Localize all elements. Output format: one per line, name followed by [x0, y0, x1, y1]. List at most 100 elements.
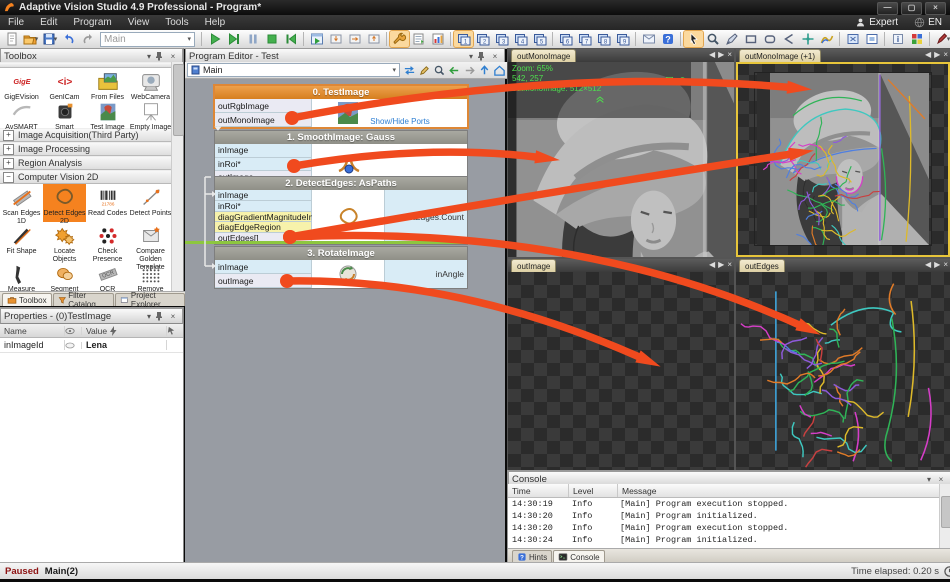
toolbox-item-measure-width[interactable]: Measure Width [0, 260, 43, 291]
property-row[interactable]: inImageIdLena [0, 338, 183, 353]
toolbox-item-remove-distortion[interactable]: Remove Distortion [129, 260, 172, 291]
toolbox-item-genicam[interactable]: <i>GenICam [43, 68, 86, 98]
console-row[interactable]: 14:30:19Info[Main] Program execution sto… [508, 498, 950, 510]
toolbox-item-test-image[interactable]: Test Image [86, 98, 129, 128]
macro-selector[interactable]: Main ▾ [187, 63, 400, 77]
menu-en[interactable]: EN [906, 17, 950, 28]
dropdown-icon[interactable]: ▾ [923, 475, 935, 484]
color-inspect-icon[interactable] [907, 31, 926, 47]
toolbox-item-webcamera[interactable]: WebCamera [129, 68, 172, 98]
layout-8-icon[interactable]: 8 [594, 31, 613, 47]
preview-content[interactable]: Zoom: 65%542, 257outMonoImage: 512×512 [508, 62, 734, 257]
close-icon[interactable]: × [943, 260, 948, 269]
forward-icon[interactable] [462, 64, 477, 77]
save-view-icon[interactable] [665, 76, 674, 85]
close-icon[interactable]: × [167, 52, 179, 61]
undo-icon[interactable] [59, 31, 78, 47]
edit-icon[interactable] [417, 64, 432, 77]
category-image-processing[interactable]: +Image Processing [0, 142, 172, 156]
new-file-icon[interactable] [2, 31, 21, 47]
toolbox-item-detect-edges-2d[interactable]: Detect Edges 2D [43, 184, 86, 222]
stop-icon[interactable] [262, 31, 281, 47]
tab-project-explorer[interactable]: Project Explorer [115, 293, 185, 306]
iterate-icon[interactable] [224, 31, 243, 47]
swap-ports-icon[interactable] [402, 64, 417, 77]
angle-tool-icon[interactable] [779, 31, 798, 47]
col-name[interactable]: Name [0, 326, 65, 336]
redo-icon[interactable] [78, 31, 97, 47]
help-icon[interactable]: ? [658, 31, 677, 47]
toolbox-item-detect-points[interactable]: Detect Points [129, 184, 172, 222]
close-icon[interactable]: × [727, 50, 732, 59]
toolbox-item-from-files[interactable]: From Files [86, 68, 129, 98]
category-computer-vision-2d[interactable]: −Computer Vision 2D [0, 170, 172, 184]
pin-icon[interactable] [155, 311, 167, 321]
toolbox-item-segment-image[interactable]: Segment Image [43, 260, 86, 291]
close-icon[interactable]: × [925, 2, 946, 15]
col-value[interactable]: Value [82, 326, 167, 336]
feedback-mail-icon[interactable] [639, 31, 658, 47]
prev-view-icon[interactable]: ◀ [925, 260, 931, 269]
console-col-message[interactable]: Message [618, 484, 950, 497]
rounded-rect-tool-icon[interactable] [760, 31, 779, 47]
toolbox-item-ocr[interactable]: OCROCR [86, 260, 129, 291]
pen-color-icon[interactable]: ▾ [933, 31, 950, 47]
toolbox-item-locate-objects[interactable]: Locate Objects [43, 222, 86, 260]
prev-view-icon[interactable]: ◀ [925, 50, 931, 59]
toolbox-item-gigevision[interactable]: GigEGigEVision [0, 68, 43, 98]
zoom-tool-icon[interactable] [703, 31, 722, 47]
next-view-icon[interactable]: ▶ [718, 260, 724, 269]
layout-7-icon[interactable]: 7 [575, 31, 594, 47]
tab-filter-catalog[interactable]: Filter Catalog [53, 293, 115, 306]
preview-tab[interactable]: outEdges [739, 259, 785, 272]
save-icon[interactable]: ▾ [40, 31, 59, 47]
console-row[interactable]: 14:30:24Info[Main] Program initialized. [508, 534, 950, 546]
profile-tool-icon[interactable] [817, 31, 836, 47]
toolbox-item-avsmart[interactable]: AvSMART [0, 98, 43, 128]
info-icon[interactable]: i [888, 31, 907, 47]
close-icon[interactable]: × [727, 260, 732, 269]
dropdown-icon[interactable]: ▾ [143, 312, 155, 321]
step-over-icon[interactable] [345, 31, 364, 47]
settings-wrench-icon[interactable] [390, 31, 409, 47]
pause-icon[interactable] [243, 31, 262, 47]
rect-tool-icon[interactable] [741, 31, 760, 47]
next-view-icon[interactable]: ▶ [718, 50, 724, 59]
category-region-analysis[interactable]: +Region Analysis [0, 156, 172, 170]
watch-list-icon[interactable] [409, 31, 428, 47]
refresh-view-icon[interactable] [678, 76, 687, 85]
run-icon[interactable] [205, 31, 224, 47]
expand-icon[interactable]: + [3, 130, 14, 141]
toolbox-item-smart[interactable]: Smart [43, 98, 86, 128]
run-in-window-icon[interactable] [307, 31, 326, 47]
layout-6-icon[interactable]: 6 [556, 31, 575, 47]
next-view-icon[interactable]: ▶ [934, 50, 940, 59]
program-combo[interactable]: Main▾ [100, 32, 195, 47]
preview-tab[interactable]: outMonoImage (+1) [739, 49, 821, 62]
program-canvas[interactable]: 0. TestImageoutRgbImageoutMonoImageShow/… [185, 78, 505, 562]
restart-icon[interactable] [281, 31, 300, 47]
toolbox-item-scan-edges-1d[interactable]: Scan Edges 1D [0, 184, 43, 222]
expand-icon[interactable]: + [3, 158, 14, 169]
crosshair-tool-icon[interactable] [798, 31, 817, 47]
layout-5-icon[interactable]: 5 [530, 31, 549, 47]
tab-toolbox[interactable]: Toolbox [2, 293, 52, 306]
layout-3-icon[interactable]: 3 [492, 31, 511, 47]
layout-1-icon[interactable]: 1 [454, 31, 473, 47]
up-icon[interactable] [477, 64, 492, 77]
menu-tools[interactable]: Tools [157, 16, 196, 29]
toolbox-item-empty-image[interactable]: Empty Image [129, 98, 172, 128]
pin-icon[interactable] [477, 51, 489, 61]
console-row[interactable]: 14:30:20Info[Main] Program execution sto… [508, 522, 950, 534]
back-icon[interactable] [447, 64, 462, 77]
home-icon[interactable] [492, 64, 507, 77]
maximize-icon[interactable]: ▢ [901, 2, 922, 15]
find-icon[interactable] [432, 64, 447, 77]
menu-program[interactable]: Program [65, 16, 119, 29]
preview-content[interactable] [736, 272, 950, 470]
toolbox-item-compare-golden-template[interactable]: Compare Golden Template [129, 222, 172, 260]
preview-content[interactable] [508, 272, 734, 470]
expand-icon[interactable]: + [3, 144, 14, 155]
toolbox-item-read-codes[interactable]: 21786Read Codes [86, 184, 129, 222]
layout-4-icon[interactable]: 4 [511, 31, 530, 47]
